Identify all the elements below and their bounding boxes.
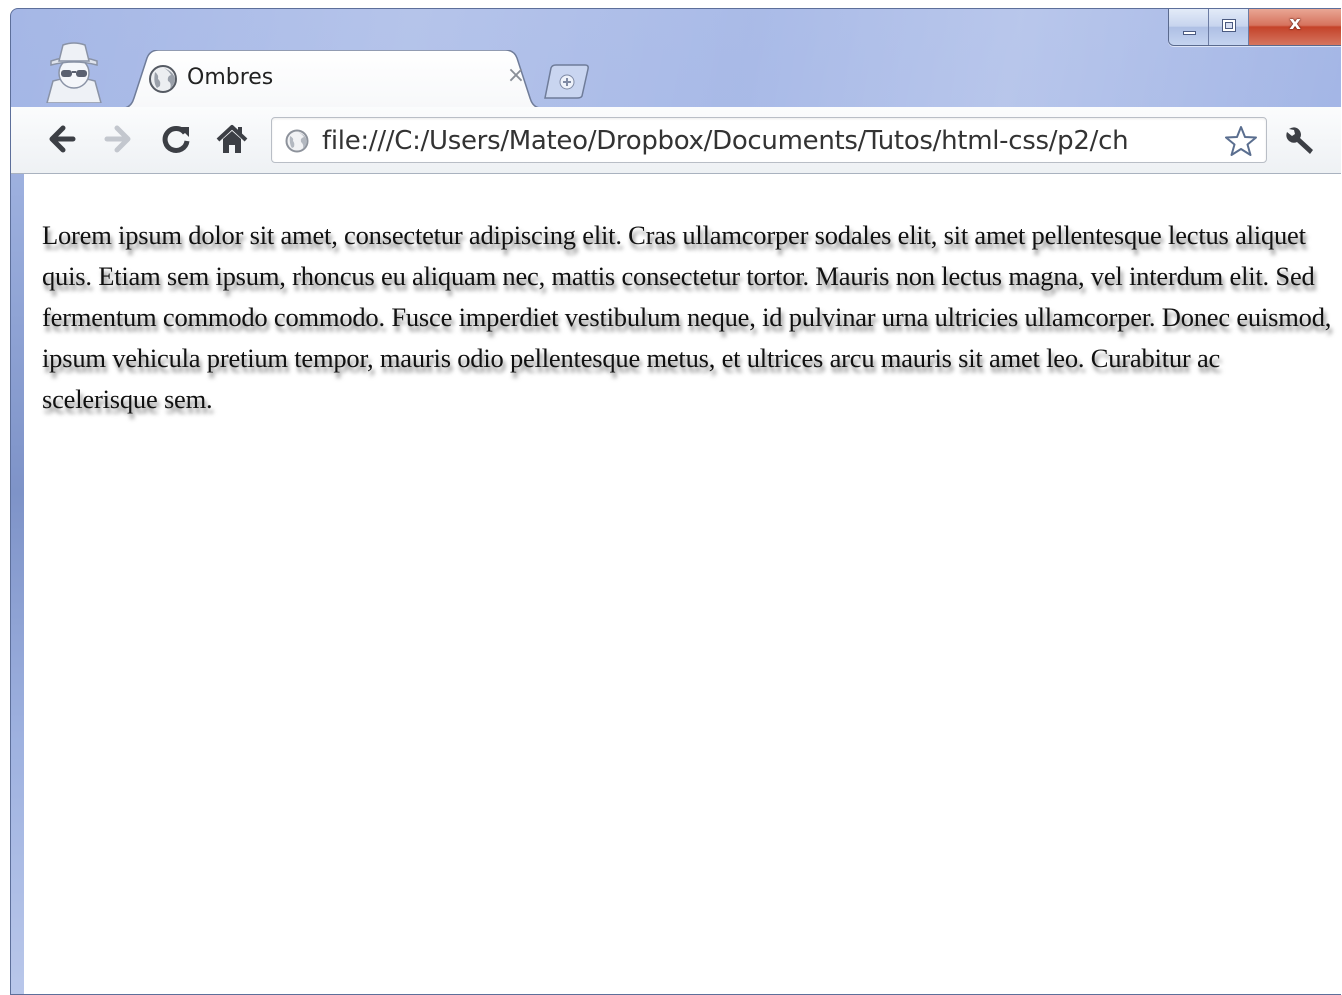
globe-icon — [147, 63, 179, 95]
close-icon: x — [1289, 13, 1301, 34]
browser-toolbar: file:///C:/Users/Mateo/Dropbox/Documents… — [11, 107, 1341, 174]
forward-button[interactable] — [101, 121, 137, 157]
reload-button[interactable] — [158, 121, 194, 157]
close-window-button[interactable]: x — [1249, 9, 1341, 45]
incognito-icon — [39, 39, 109, 104]
minimize-icon — [1183, 31, 1196, 35]
new-tab-button[interactable] — [539, 64, 595, 100]
forward-arrow-icon — [104, 125, 131, 153]
maximize-button[interactable] — [1209, 9, 1249, 45]
tab-close-button[interactable]: × — [505, 62, 527, 90]
window-caption-buttons: x — [1168, 9, 1341, 46]
wrench-menu-button[interactable] — [1283, 123, 1317, 157]
back-button[interactable] — [43, 121, 79, 157]
home-button[interactable] — [214, 121, 250, 157]
reload-icon — [162, 125, 190, 153]
page-globe-icon — [284, 128, 310, 154]
tab-ombres[interactable]: Ombres × — [123, 50, 541, 108]
minimize-button[interactable] — [1169, 9, 1209, 45]
maximize-icon — [1222, 19, 1236, 32]
window-frame-left — [11, 159, 24, 994]
address-bar[interactable]: file:///C:/Users/Mateo/Dropbox/Documents… — [271, 117, 1267, 163]
url-text[interactable]: file:///C:/Users/Mateo/Dropbox/Documents… — [322, 124, 1217, 158]
browser-window: x Ombres × file:///C:/Users/Mateo/Dropbo… — [10, 8, 1341, 995]
plus-icon — [559, 74, 575, 90]
wrench-icon — [1286, 127, 1313, 154]
shadowed-paragraph: Lorem ipsum dolor sit amet, consectetur … — [42, 220, 1332, 414]
page-content: Lorem ipsum dolor sit amet, consectetur … — [24, 174, 1341, 994]
bookmark-star-icon[interactable] — [1224, 124, 1258, 158]
tab-title: Ombres — [187, 65, 274, 90]
back-arrow-icon — [49, 125, 76, 153]
home-icon — [216, 125, 248, 153]
